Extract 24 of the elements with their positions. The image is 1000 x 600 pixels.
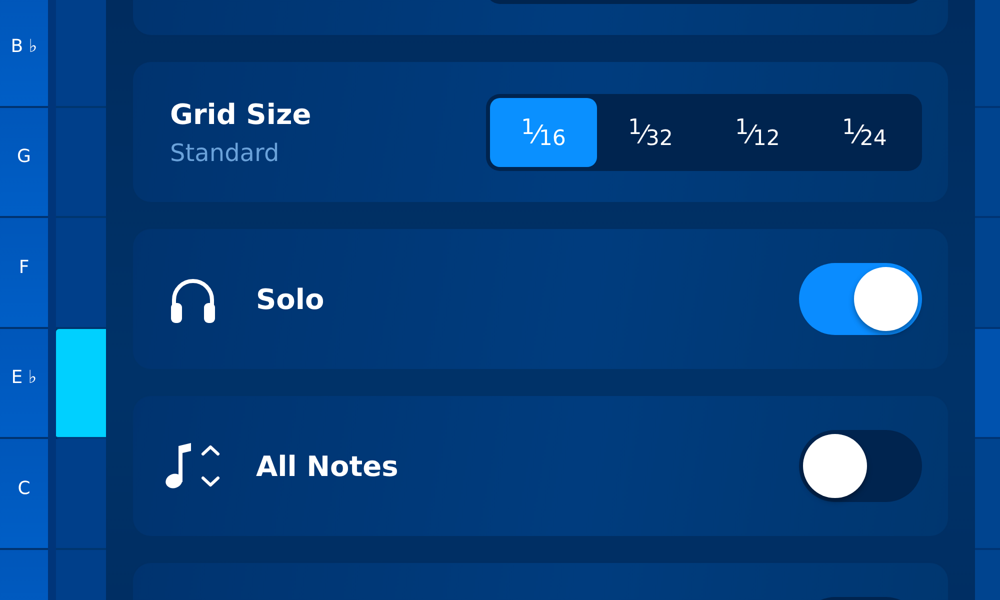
grid-cell[interactable] xyxy=(975,218,1000,328)
segment-option[interactable]: $^{1}$⁄$_{12}$ xyxy=(704,98,811,166)
piano-key[interactable]: F xyxy=(0,218,48,328)
grid-cell[interactable] xyxy=(56,218,106,328)
segmented-control[interactable]: $^{1}$⁄$_{16}$ $^{1}$⁄$_{32}$ $^{1}$⁄$_{12}$ $^{1}$⁄$_{24}$ xyxy=(486,94,922,170)
note-block[interactable] xyxy=(56,328,106,439)
grid-cell[interactable] xyxy=(56,108,106,218)
grid-cell[interactable] xyxy=(975,0,1000,108)
music-note-chevrons-icon xyxy=(165,442,221,490)
grid-cell[interactable] xyxy=(975,328,1000,439)
piano-key[interactable]: G xyxy=(0,108,48,218)
setting-title: Grid Size xyxy=(170,98,312,130)
setting-label: Solo xyxy=(256,282,324,316)
grid-cell[interactable] xyxy=(56,0,106,108)
piano-key[interactable]: B ♭ xyxy=(0,0,48,108)
piano-key[interactable]: C xyxy=(0,439,48,550)
grid-cell[interactable] xyxy=(975,439,1000,550)
grid-cell[interactable] xyxy=(56,439,106,550)
setting-label: All Notes xyxy=(256,450,398,482)
piano-key[interactable]: E ♭ xyxy=(0,328,48,439)
grid-cell[interactable] xyxy=(975,108,1000,218)
segment-option[interactable]: $^{1}$⁄$_{24}$ xyxy=(811,98,918,166)
setting-subtitle: Standard xyxy=(170,138,280,166)
segment-option[interactable]: $^{1}$⁄$_{32}$ xyxy=(597,98,704,166)
